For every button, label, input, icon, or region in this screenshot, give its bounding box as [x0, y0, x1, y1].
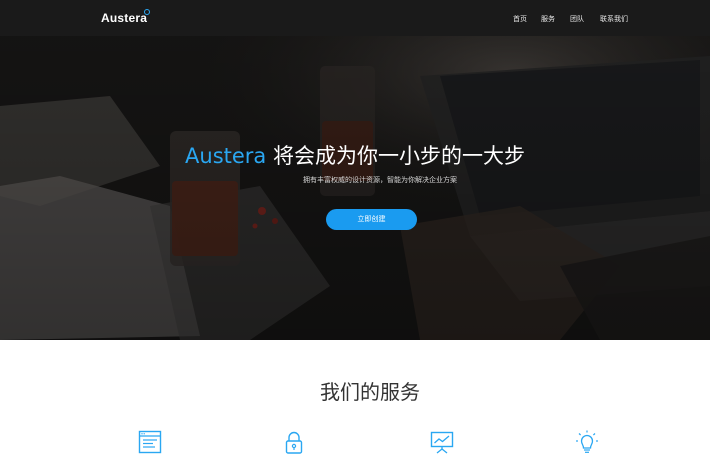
hero-subtitle: 拥有丰富权威的设计资源，智能为你解决企业方案 — [303, 176, 457, 184]
nav-link-home[interactable]: 首页 — [513, 14, 527, 24]
hero-title: Austera 将会成为你一小步的一大步 — [0, 140, 710, 170]
lock-icon — [285, 431, 303, 454]
hero-background-image — [0, 36, 710, 340]
create-now-button[interactable]: 立即创建 — [326, 209, 417, 230]
nav-link-contact[interactable]: 联系我们 — [600, 14, 628, 24]
nav-link-services[interactable]: 服务 — [541, 14, 555, 24]
registered-mark-icon — [144, 9, 150, 15]
top-navbar: Austera 首页 服务 团队 联系我们 — [0, 0, 710, 36]
services-section-title: 我们的服务 — [320, 380, 420, 404]
nav-link-team[interactable]: 团队 — [570, 14, 584, 24]
hero-title-tagline: 将会成为你一小步的一大步 — [272, 144, 525, 168]
hero-banner: Austera 将会成为你一小步的一大步 拥有丰富权威的设计资源，智能为你解决企… — [0, 36, 710, 340]
brand-logo[interactable]: Austera — [101, 11, 147, 25]
hero-title-brand: Austera — [185, 144, 267, 168]
browser-window-icon — [138, 430, 162, 454]
presentation-chart-icon — [430, 431, 454, 454]
lightbulb-icon — [576, 430, 598, 453]
